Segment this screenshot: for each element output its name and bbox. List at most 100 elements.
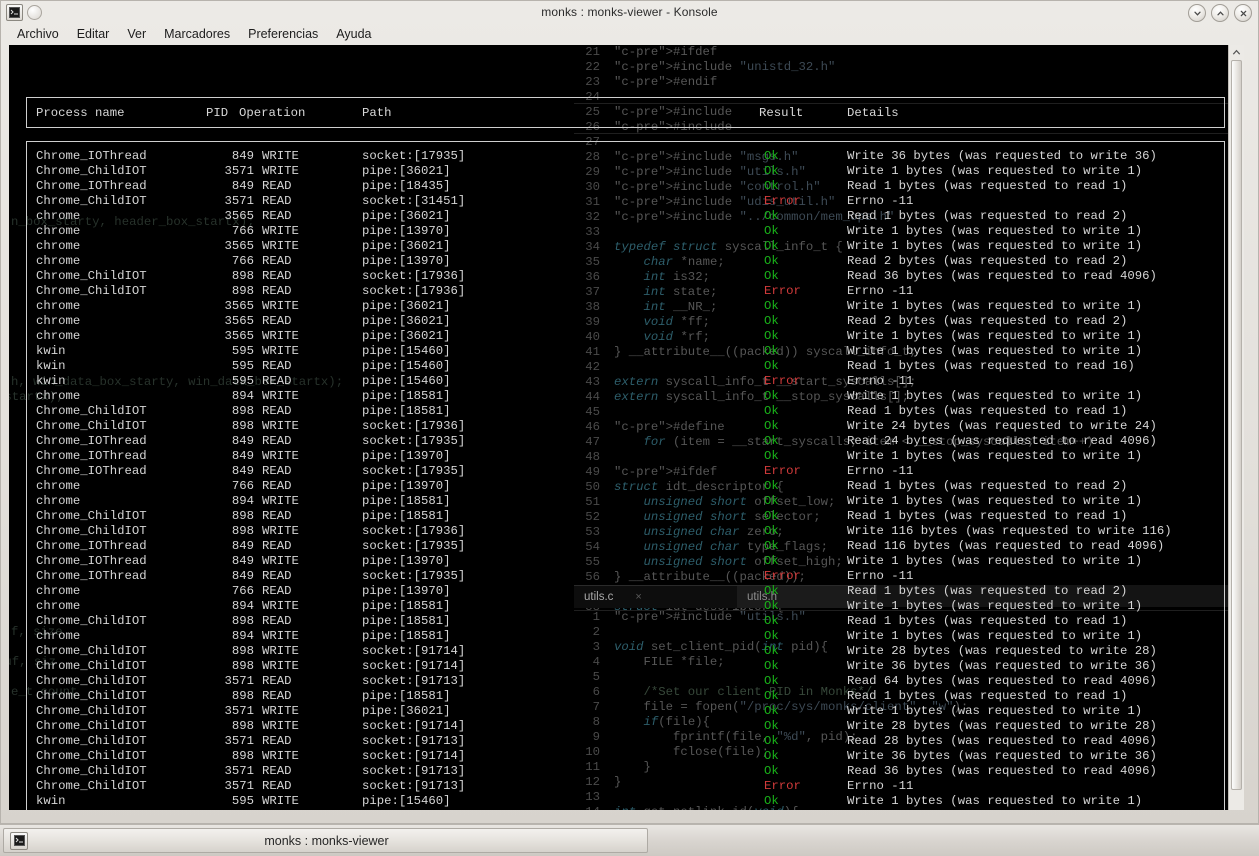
terminal-icon[interactable]	[6, 3, 23, 21]
menu-ayuda[interactable]: Ayuda	[328, 25, 379, 43]
table-row[interactable]: chrome 3565 WRITE pipe:[36021] Ok Write 1 byt…	[9, 239, 1228, 254]
cell-process-name: kwin	[36, 359, 66, 373]
terminal-scrollbar[interactable]	[1228, 45, 1244, 810]
cell-path: pipe:[36021]	[362, 299, 451, 313]
cell-process-name: chrome	[36, 479, 81, 493]
column-header-path[interactable]: Path	[362, 106, 392, 121]
cell-pid: 849	[231, 539, 254, 553]
cell-process-name: chrome	[36, 254, 81, 268]
cell-operation: READ	[262, 779, 292, 793]
table-row[interactable]: Chrome_ChildIOT 898 READ pipe:[18581] Ok Read…	[9, 689, 1228, 704]
table-row[interactable]: Chrome_ChildIOT 3571 WRITE pipe:[36021] Ok Wr…	[9, 164, 1228, 179]
table-row[interactable]: chrome 3565 READ pipe:[36021] Ok Read 2 bytes…	[9, 314, 1228, 329]
table-row[interactable]: Chrome_IOThread 849 WRITE pipe:[13970] Ok Wri…	[9, 554, 1228, 569]
table-row[interactable]: Chrome_IOThread 849 READ socket:[17935] Ok Re…	[9, 434, 1228, 449]
cell-pid: 766	[231, 224, 254, 238]
table-row[interactable]: Chrome_ChildIOT 898 WRITE socket:[17936] Ok W…	[9, 524, 1228, 539]
table-row[interactable]: chrome 3565 WRITE pipe:[36021] Ok Write 1 byt…	[9, 329, 1228, 344]
event-table[interactable]: Chrome_IOThread 849 WRITE socket:[17935] Ok W…	[9, 149, 1228, 810]
taskbar-item-monks-viewer[interactable]: monks : monks-viewer	[3, 828, 648, 853]
table-row[interactable]: Chrome_IOThread 849 READ socket:[17935] Erro…	[9, 464, 1228, 479]
cell-operation: WRITE	[262, 299, 299, 313]
table-row[interactable]: chrome 894 WRITE pipe:[18581] Ok Write 1 byte…	[9, 599, 1228, 614]
table-row[interactable]: kwin 595 READ pipe:[15460] Error Errno -11	[9, 374, 1228, 389]
cell-process-name: Chrome_ChildIOT	[36, 194, 147, 208]
taskbar-item-label: monks : monks-viewer	[264, 833, 389, 848]
cell-details: Write 28 bytes (was requested to write 2…	[847, 644, 1157, 658]
table-row[interactable]: Chrome_ChildIOT 898 READ socket:[17936] Ok Re…	[9, 269, 1228, 284]
cell-path: pipe:[15460]	[362, 794, 451, 808]
table-row[interactable]: chrome 766 READ pipe:[13970] Ok Read 1 bytes …	[9, 479, 1228, 494]
terminal-area[interactable]: n_box_starty, header_box_startx););h, wi…	[9, 45, 1244, 810]
table-row[interactable]: Chrome_ChildIOT 3571 READ socket:[91713] Err…	[9, 779, 1228, 794]
table-row[interactable]: Chrome_ChildIOT 3571 READ socket:[91713] Ok R…	[9, 764, 1228, 779]
table-row[interactable]: chrome 3565 READ pipe:[36021] Ok Read 1 bytes…	[9, 209, 1228, 224]
menu-marcadores[interactable]: Marcadores	[156, 25, 238, 43]
column-header-pid[interactable]: PID	[206, 106, 228, 121]
column-header-process-name[interactable]: Process name	[36, 106, 125, 121]
table-row[interactable]: Chrome_ChildIOT 898 WRITE socket:[91714] Ok W…	[9, 719, 1228, 734]
scroll-up-icon[interactable]	[1229, 45, 1244, 59]
table-row[interactable]: chrome 3565 WRITE pipe:[36021] Ok Write 1 byt…	[9, 299, 1228, 314]
table-row[interactable]: Chrome_ChildIOT 3571 READ socket:[91713] Ok R…	[9, 674, 1228, 689]
cell-details: Errno -11	[847, 374, 914, 388]
table-row[interactable]: kwin 595 WRITE pipe:[15460] Ok Write 1 bytes …	[9, 794, 1228, 809]
cell-details: Write 1 bytes (was requested to write 1)	[847, 329, 1143, 343]
cell-operation: READ	[262, 269, 292, 283]
menu-preferencias[interactable]: Preferencias	[240, 25, 326, 43]
cell-result: Error	[764, 779, 801, 793]
column-header-result[interactable]: Result	[759, 106, 803, 121]
column-header-operation[interactable]: Operation	[239, 106, 305, 121]
table-row[interactable]: Chrome_ChildIOT 898 READ socket:[17936] Erro…	[9, 284, 1228, 299]
scrollbar-thumb[interactable]	[1231, 60, 1242, 790]
table-row[interactable]: Chrome_IOThread 849 READ socket:[17935] Erro…	[9, 569, 1228, 584]
cell-operation: READ	[262, 479, 292, 493]
cell-process-name: Chrome_ChildIOT	[36, 734, 147, 748]
menu-ver[interactable]: Ver	[119, 25, 154, 43]
cell-result: Ok	[764, 599, 779, 613]
table-row[interactable]: chrome 894 WRITE pipe:[18581] Ok Write 1 byte…	[9, 494, 1228, 509]
table-row[interactable]: kwin 595 WRITE pipe:[15460] Ok Write 1 bytes …	[9, 344, 1228, 359]
table-row[interactable]: kwin 595 READ pipe:[15460] Ok Read 1 bytes (w…	[9, 359, 1228, 374]
window-menu-icon[interactable]	[27, 4, 42, 20]
cell-path: socket:[91714]	[362, 719, 466, 733]
cell-path: socket:[91714]	[362, 659, 466, 673]
menu-archivo[interactable]: Archivo	[9, 25, 67, 43]
maximize-button[interactable]	[1211, 4, 1229, 22]
table-row[interactable]: chrome 766 READ pipe:[13970] Ok Read 1 bytes …	[9, 584, 1228, 599]
table-row[interactable]: Chrome_ChildIOT 898 READ pipe:[18581] Ok Read…	[9, 404, 1228, 419]
cell-path: pipe:[18581]	[362, 404, 451, 418]
table-row[interactable]: chrome 894 WRITE pipe:[18581] Ok Write 1 byte…	[9, 629, 1228, 644]
cell-pid: 3565	[224, 329, 254, 343]
table-row[interactable]: Chrome_ChildIOT 898 WRITE socket:[91714] Ok W…	[9, 659, 1228, 674]
cell-result: Ok	[764, 299, 779, 313]
table-row[interactable]: kwin 595 READ pipe:[15460] Ok Read 1 bytes (w…	[9, 809, 1228, 810]
table-row[interactable]: Chrome_ChildIOT 898 WRITE socket:[17936] Ok W…	[9, 419, 1228, 434]
cell-operation: WRITE	[262, 419, 299, 433]
table-row[interactable]: chrome 766 WRITE pipe:[13970] Ok Write 1 byte…	[9, 224, 1228, 239]
table-row[interactable]: Chrome_ChildIOT 3571 WRITE pipe:[36021] Ok Wr…	[9, 704, 1228, 719]
cell-result: Ok	[764, 764, 779, 778]
table-row[interactable]: Chrome_ChildIOT 898 WRITE socket:[91714] Ok W…	[9, 644, 1228, 659]
menu-editar[interactable]: Editar	[69, 25, 118, 43]
table-row[interactable]: Chrome_ChildIOT 898 READ pipe:[18581] Ok Read…	[9, 614, 1228, 629]
table-row[interactable]: Chrome_ChildIOT 3571 READ socket:[31451] Err…	[9, 194, 1228, 209]
cell-process-name: chrome	[36, 209, 81, 223]
table-row[interactable]: Chrome_ChildIOT 898 WRITE socket:[91714] Ok W…	[9, 749, 1228, 764]
window-titlebar[interactable]: monks : monks-viewer - Konsole	[1, 1, 1258, 23]
table-row[interactable]: Chrome_IOThread 849 WRITE pipe:[13970] Ok Wri…	[9, 449, 1228, 464]
table-row[interactable]: Chrome_IOThread 849 READ socket:[17935] Ok Re…	[9, 539, 1228, 554]
table-row[interactable]: Chrome_ChildIOT 3571 READ socket:[91713] Ok R…	[9, 734, 1228, 749]
cell-operation: READ	[262, 539, 292, 553]
table-row[interactable]: chrome 894 WRITE pipe:[18581] Ok Write 1 byte…	[9, 389, 1228, 404]
column-header-details[interactable]: Details	[847, 106, 899, 121]
cell-details: Write 36 bytes (was requested to write 3…	[847, 749, 1157, 763]
shade-button[interactable]	[1188, 4, 1206, 22]
table-row[interactable]: Chrome_ChildIOT 898 READ pipe:[18581] Ok Read…	[9, 509, 1228, 524]
cell-pid: 898	[231, 524, 254, 538]
cell-process-name: Chrome_ChildIOT	[36, 689, 147, 703]
table-row[interactable]: Chrome_IOThread 849 WRITE socket:[17935] Ok W…	[9, 149, 1228, 164]
close-button[interactable]	[1234, 4, 1252, 22]
table-row[interactable]: chrome 766 READ pipe:[13970] Ok Read 2 bytes …	[9, 254, 1228, 269]
table-row[interactable]: Chrome_IOThread 849 READ pipe:[18435] Ok Read…	[9, 179, 1228, 194]
